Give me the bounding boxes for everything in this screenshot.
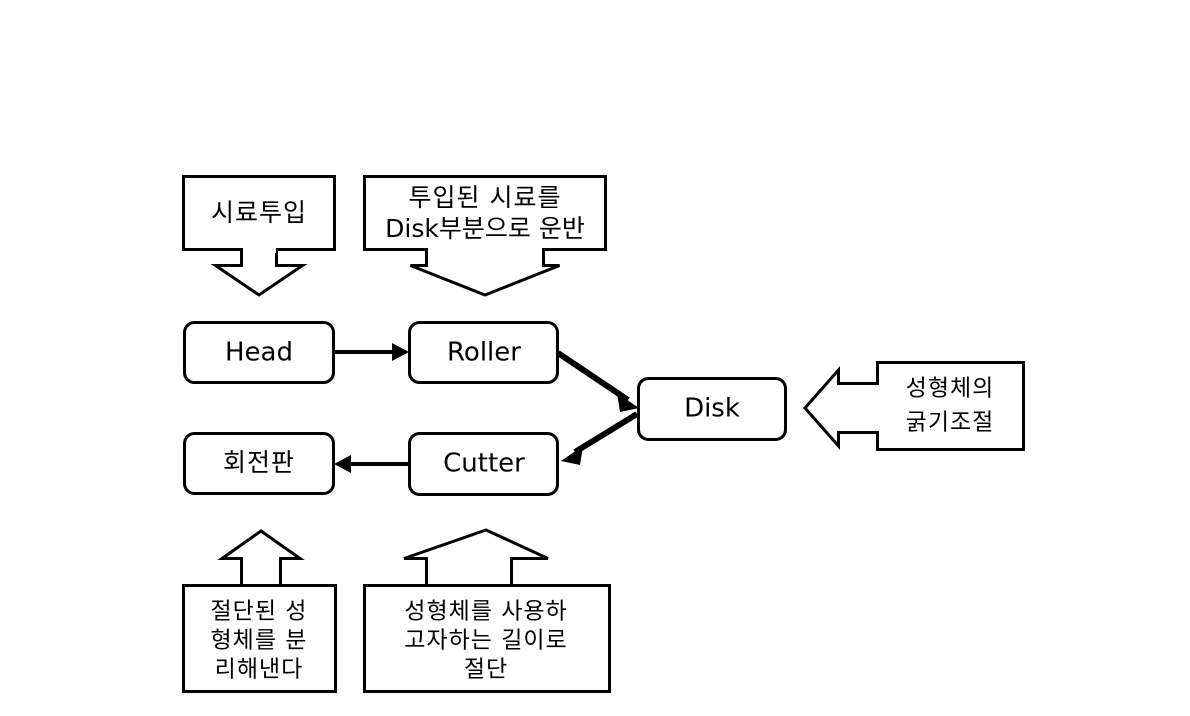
roller-label: Roller bbox=[447, 338, 521, 368]
node-thickness-note: 성형체의 굵기조절 bbox=[876, 361, 1025, 451]
node-head: Head bbox=[183, 321, 335, 384]
disk-label: Disk bbox=[684, 394, 740, 424]
arrow-join-mask-1 bbox=[243, 245, 276, 253]
connector-roller-to-disk bbox=[556, 350, 639, 412]
arrow-thickness-note-to-disk bbox=[803, 366, 879, 450]
node-roller: Roller bbox=[408, 321, 559, 384]
rotating-plate-label: 회전판 bbox=[223, 448, 295, 477]
diagram-canvas: 시료투입 투입된 시료를 Disk부분으로 운반 Head Roller Dis… bbox=[0, 0, 1190, 716]
head-label: Head bbox=[225, 338, 293, 368]
arrow-sample-input-to-head bbox=[210, 248, 308, 297]
node-transport: 투입된 시료를 Disk부분으로 운반 bbox=[363, 175, 607, 251]
node-separate-note: 절단된 성 형체를 분 리해낸다 bbox=[182, 584, 337, 693]
transport-label-line2: Disk부분으로 운반 bbox=[385, 214, 585, 243]
separate-note-line3: 리해낸다 bbox=[215, 657, 304, 683]
connector-disk-to-cutter bbox=[561, 411, 639, 465]
arrow-transport-to-roller bbox=[409, 248, 561, 297]
arrow-join-mask-2 bbox=[428, 245, 542, 253]
connector-cutter-to-rotating-plate bbox=[334, 455, 409, 473]
node-disk: Disk bbox=[637, 377, 787, 441]
arrow-cut-note-to-cutter bbox=[403, 528, 549, 586]
cutter-label: Cutter bbox=[443, 449, 525, 479]
cut-note-line2: 고자하는 길이로 bbox=[404, 628, 567, 654]
sample-input-label: 시료투입 bbox=[211, 198, 307, 227]
process-flow-diagram: 시료투입 투입된 시료를 Disk부분으로 운반 Head Roller Dis… bbox=[182, 175, 1025, 693]
thickness-note-line1: 성형체의 bbox=[906, 376, 995, 402]
connector-head-to-roller bbox=[334, 343, 409, 361]
node-cut-note: 성형체를 사용하 고자하는 길이로 절단 bbox=[363, 584, 611, 693]
thickness-note-line2: 굵기조절 bbox=[906, 410, 995, 436]
node-sample-input: 시료투입 bbox=[182, 175, 336, 251]
node-cutter: Cutter bbox=[408, 432, 559, 496]
transport-label-line1: 투입된 시료를 bbox=[409, 183, 562, 212]
cut-note-line1: 성형체를 사용하 bbox=[404, 599, 567, 625]
cut-note-line3: 절단 bbox=[464, 657, 508, 683]
separate-note-line2: 형체를 분 bbox=[211, 628, 308, 654]
arrow-separate-note-to-rotating-plate bbox=[217, 529, 305, 586]
node-rotating-plate: 회전판 bbox=[183, 432, 335, 495]
arrow-join-mask-3 bbox=[873, 385, 881, 431]
separate-note-line1: 절단된 성 bbox=[211, 599, 308, 625]
